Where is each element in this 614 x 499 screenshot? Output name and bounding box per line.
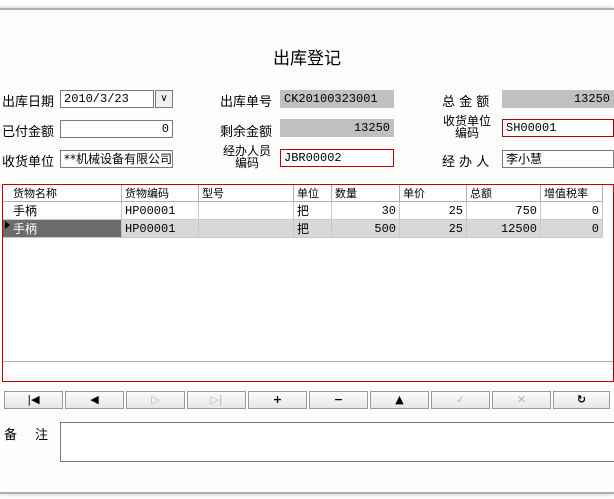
col-header-code[interactable]: 货物编码 bbox=[121, 185, 199, 202]
chevron-down-icon: ∨ bbox=[160, 93, 168, 104]
cell-unit[interactable]: 把 bbox=[293, 219, 332, 238]
paid-label: 已付金额 bbox=[2, 125, 55, 140]
handler-code-label: 经办人员 编码 bbox=[218, 145, 276, 169]
col-header-name[interactable]: 货物名称 bbox=[3, 185, 122, 202]
grid-header-row: 货物名称 货物编码 型号 单位 数量 单价 总额 增值税率 bbox=[3, 185, 603, 202]
cell-code[interactable]: HP00001 bbox=[121, 201, 199, 220]
date-dropdown-button[interactable]: ∨ bbox=[155, 90, 173, 108]
cell-amount[interactable]: 750 bbox=[466, 201, 541, 220]
cell-qty[interactable]: 30 bbox=[331, 201, 400, 220]
cell-name[interactable]: 手柄 bbox=[3, 219, 122, 238]
total-label: 总 金 额 bbox=[442, 95, 490, 110]
paid-field[interactable]: 0 bbox=[60, 120, 173, 138]
date-label: 出库日期 bbox=[2, 95, 55, 110]
cell-amount[interactable]: 12500 bbox=[466, 219, 541, 238]
remaining-label: 剩余金额 bbox=[220, 125, 273, 140]
cancel-record-button[interactable]: ✕ bbox=[492, 391, 551, 409]
col-header-qty[interactable]: 数量 bbox=[331, 185, 400, 202]
cell-tax[interactable]: 0 bbox=[540, 219, 603, 238]
order-no-field[interactable]: CK20100323001 bbox=[280, 90, 394, 108]
col-header-tax[interactable]: 增值税率 bbox=[540, 185, 603, 202]
handler-code-label-line2: 编码 bbox=[234, 156, 259, 170]
current-row-indicator-icon bbox=[5, 221, 10, 229]
receiver-label: 收货单位 bbox=[2, 155, 55, 170]
handler-code-field[interactable]: JBR00002 bbox=[280, 149, 394, 167]
col-header-price[interactable]: 单价 bbox=[399, 185, 467, 202]
receiver-code-label-line2: 编码 bbox=[454, 126, 479, 140]
delete-record-button[interactable]: − bbox=[309, 391, 368, 409]
cell-name[interactable]: 手柄 bbox=[3, 201, 122, 220]
receiver-field[interactable]: **机械设备有限公司 bbox=[60, 150, 173, 168]
add-record-button[interactable]: + bbox=[248, 391, 307, 409]
receiver-code-label: 收货单位 编码 bbox=[440, 115, 494, 139]
handler-field[interactable]: 李小慧 bbox=[502, 150, 614, 168]
cell-model[interactable] bbox=[198, 201, 294, 220]
goods-grid[interactable]: 货物名称 货物编码 型号 单位 数量 单价 总额 增值税率 手柄 HP00001… bbox=[2, 184, 614, 382]
cell-code[interactable]: HP00001 bbox=[121, 219, 199, 238]
last-record-button[interactable]: ▷| bbox=[187, 391, 246, 409]
total-field[interactable]: 13250 bbox=[502, 90, 614, 108]
cell-price[interactable]: 25 bbox=[399, 201, 467, 220]
receiver-code-field[interactable]: SH00001 bbox=[502, 119, 614, 137]
cell-price[interactable]: 25 bbox=[399, 219, 467, 238]
prev-record-button[interactable]: ◀ bbox=[65, 391, 124, 409]
col-header-model[interactable]: 型号 bbox=[198, 185, 294, 202]
memo-field[interactable] bbox=[60, 422, 614, 462]
order-no-label: 出库单号 bbox=[220, 95, 273, 110]
memo-label: 备注 bbox=[4, 428, 67, 443]
next-record-button[interactable]: ▷ bbox=[126, 391, 185, 409]
col-header-amount[interactable]: 总额 bbox=[466, 185, 541, 202]
table-row-selected[interactable]: 手柄 HP00001 把 500 25 12500 0 bbox=[3, 219, 603, 238]
col-header-unit[interactable]: 单位 bbox=[293, 185, 332, 202]
grid-divider bbox=[3, 361, 613, 362]
post-record-button[interactable]: ✓ bbox=[431, 391, 490, 409]
table-row[interactable]: 手柄 HP00001 把 30 25 750 0 bbox=[3, 201, 603, 220]
date-field[interactable]: 2010/3/23 bbox=[60, 90, 154, 108]
form-title: 出库登记 bbox=[273, 49, 341, 69]
handler-label: 经 办 人 bbox=[442, 155, 490, 170]
cell-tax[interactable]: 0 bbox=[540, 201, 603, 220]
first-record-button[interactable]: |◀ bbox=[4, 391, 63, 409]
cell-unit[interactable]: 把 bbox=[293, 201, 332, 220]
refresh-button[interactable]: ↻ bbox=[553, 391, 610, 409]
cell-qty[interactable]: 500 bbox=[331, 219, 400, 238]
edit-record-button[interactable]: ▲ bbox=[370, 391, 429, 409]
goods-table: 货物名称 货物编码 型号 单位 数量 单价 总额 增值税率 手柄 HP00001… bbox=[3, 185, 603, 238]
remaining-field[interactable]: 13250 bbox=[280, 119, 394, 137]
cell-model[interactable] bbox=[198, 219, 294, 238]
